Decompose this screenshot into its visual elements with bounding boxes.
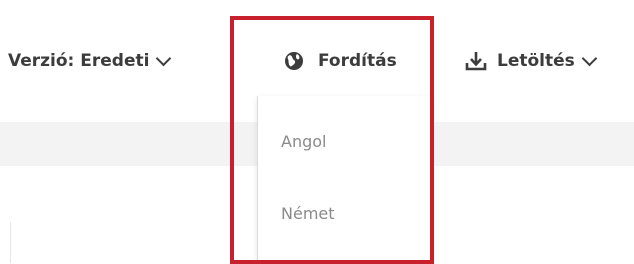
chevron-down-icon xyxy=(156,50,172,67)
version-dropdown[interactable]: Verzió: Eredeti xyxy=(8,47,172,75)
download-dropdown[interactable]: Letöltés xyxy=(465,47,598,75)
download-icon xyxy=(465,50,487,72)
menu-item-german[interactable]: Német xyxy=(281,204,335,223)
version-label: Verzió: Eredeti xyxy=(8,51,150,71)
download-label: Letöltés xyxy=(497,51,575,71)
menu-item-english[interactable]: Angol xyxy=(281,132,326,151)
chevron-down-icon xyxy=(581,50,598,67)
globe-icon xyxy=(284,51,304,71)
translate-label: Fordítás xyxy=(318,51,397,71)
translate-menu: Angol Német xyxy=(257,96,430,263)
translate-button[interactable]: Fordítás xyxy=(284,47,397,75)
divider xyxy=(10,222,11,263)
